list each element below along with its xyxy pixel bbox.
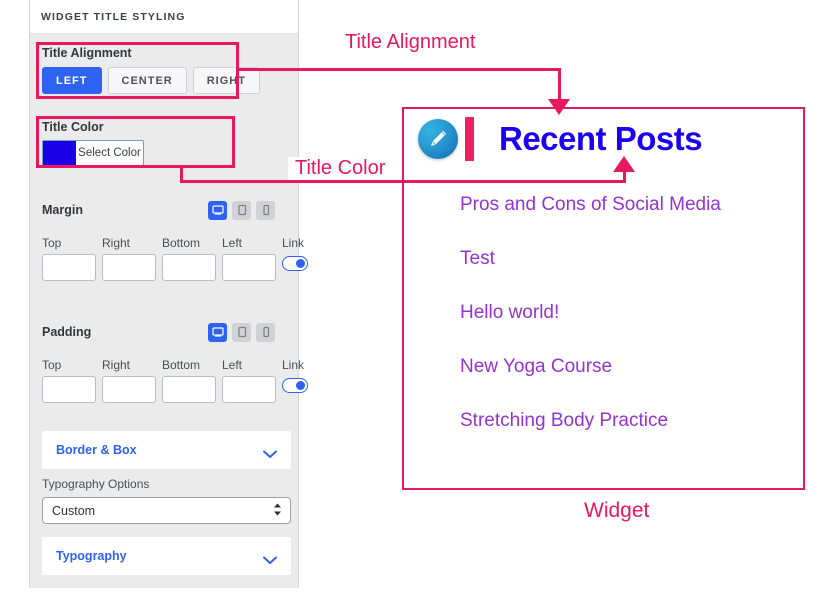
mobile-icon[interactable] xyxy=(256,200,275,220)
padding-fields: Top Right Bottom Left Link xyxy=(42,358,308,403)
padding-label: Padding xyxy=(42,325,92,339)
title-alignment-label: Title Alignment xyxy=(42,46,132,60)
annotation-line-color-v2 xyxy=(623,172,626,183)
margin-bottom-field: Bottom xyxy=(162,236,216,281)
annotation-line-color-h xyxy=(180,180,626,183)
widget-header: Recent Posts xyxy=(418,117,703,161)
align-center-button[interactable]: CENTER xyxy=(107,67,187,94)
title-color-group: Title Color Select Color xyxy=(42,120,242,166)
padding-left-field: Left xyxy=(222,358,276,403)
alignment-button-row: LEFT CENTER RIGHT xyxy=(42,67,260,94)
margin-device-toggles xyxy=(208,200,275,220)
padding-block: Padding Top Right Bottom Left Link xyxy=(42,322,308,403)
annotation-arrow-color xyxy=(613,156,635,172)
list-item[interactable]: Test xyxy=(460,248,793,270)
recent-posts-list: Pros and Cons of Social Media Test Hello… xyxy=(460,194,793,432)
padding-top-label: Top xyxy=(42,358,62,372)
desktop-icon[interactable] xyxy=(208,200,227,220)
list-item[interactable]: Stretching Body Practice xyxy=(460,410,793,432)
margin-label: Margin xyxy=(42,203,83,217)
toggle-knob xyxy=(296,259,305,268)
annotation-label-title-alignment: Title Alignment xyxy=(338,31,483,54)
margin-left-label: Left xyxy=(222,236,243,250)
margin-header: Margin xyxy=(42,200,292,220)
annotation-line-alignment-v xyxy=(558,68,561,101)
mobile-icon[interactable] xyxy=(256,322,275,342)
padding-top-field: Top xyxy=(42,358,96,403)
chevron-down-icon xyxy=(263,446,277,458)
margin-top-label: Top xyxy=(42,236,62,250)
padding-link-label: Link xyxy=(282,358,305,372)
padding-bottom-label: Bottom xyxy=(162,358,201,372)
pencil-edit-icon xyxy=(418,119,458,159)
margin-top-field: Top xyxy=(42,236,96,281)
title-color-label: Title Color xyxy=(42,120,104,134)
padding-left-input[interactable] xyxy=(222,376,276,403)
margin-link-toggle[interactable] xyxy=(282,256,308,271)
typography-options-select[interactable]: Custom xyxy=(42,497,291,524)
annotation-line-alignment-h xyxy=(239,68,561,71)
annotation-label-widget: Widget xyxy=(584,499,650,522)
margin-fields: Top Right Bottom Left Link xyxy=(42,236,308,281)
margin-bottom-input[interactable] xyxy=(162,254,216,281)
padding-right-input[interactable] xyxy=(102,376,156,403)
margin-link-label: Link xyxy=(282,236,305,250)
tablet-icon[interactable] xyxy=(232,200,251,220)
widget-preview: Recent Posts Pros and Cons of Social Med… xyxy=(402,107,805,490)
padding-link-toggle[interactable] xyxy=(282,378,308,393)
typography-options-label: Typography Options xyxy=(42,477,150,491)
tablet-icon[interactable] xyxy=(232,322,251,342)
widget-title: Recent Posts xyxy=(499,120,703,157)
margin-left-field: Left xyxy=(222,236,276,281)
padding-device-toggles xyxy=(208,322,275,342)
typography-accordion[interactable]: Typography xyxy=(42,537,291,575)
padding-link-field: Link xyxy=(282,358,308,393)
align-right-button[interactable]: RIGHT xyxy=(192,67,260,94)
margin-link-field: Link xyxy=(282,236,308,271)
list-item[interactable]: Hello world! xyxy=(460,302,793,324)
padding-top-input[interactable] xyxy=(42,376,96,403)
typography-options-group: Typography Options Custom xyxy=(42,477,291,524)
annotation-arrow-alignment xyxy=(548,99,570,115)
margin-left-input[interactable] xyxy=(222,254,276,281)
color-picker-control[interactable]: Select Color xyxy=(42,140,144,166)
margin-top-input[interactable] xyxy=(42,254,96,281)
margin-right-input[interactable] xyxy=(102,254,156,281)
padding-bottom-field: Bottom xyxy=(162,358,216,403)
accent-bar xyxy=(465,117,474,161)
border-box-accordion[interactable]: Border & Box xyxy=(42,431,291,469)
padding-left-label: Left xyxy=(222,358,243,372)
typography-label: Typography xyxy=(56,549,127,563)
select-stepper-icon xyxy=(273,502,282,519)
margin-block: Margin Top Right Bottom Left Link xyxy=(42,200,308,281)
desktop-icon[interactable] xyxy=(208,322,227,342)
toggle-knob xyxy=(296,381,305,390)
title-alignment-group: Title Alignment LEFT CENTER RIGHT xyxy=(42,46,260,94)
list-item[interactable]: New Yoga Course xyxy=(460,356,793,378)
list-item[interactable]: Pros and Cons of Social Media xyxy=(460,194,793,216)
margin-right-field: Right xyxy=(102,236,156,281)
panel-header: WIDGET TITLE STYLING xyxy=(30,0,298,34)
padding-right-field: Right xyxy=(102,358,156,403)
margin-bottom-label: Bottom xyxy=(162,236,201,250)
padding-bottom-input[interactable] xyxy=(162,376,216,403)
padding-header: Padding xyxy=(42,322,292,342)
margin-right-label: Right xyxy=(102,236,131,250)
annotation-label-title-color: Title Color xyxy=(288,157,393,180)
typography-options-value: Custom xyxy=(52,503,96,518)
select-color-button[interactable]: Select Color xyxy=(76,141,143,165)
padding-right-label: Right xyxy=(102,358,131,372)
color-swatch[interactable] xyxy=(43,141,76,165)
chevron-down-icon xyxy=(263,552,277,564)
widget-settings-sidebar: WIDGET TITLE STYLING Title Alignment LEF… xyxy=(29,0,308,588)
page-title: WIDGET TITLE STYLING xyxy=(41,10,186,23)
border-box-label: Border & Box xyxy=(56,443,137,457)
align-left-button[interactable]: LEFT xyxy=(42,67,102,94)
